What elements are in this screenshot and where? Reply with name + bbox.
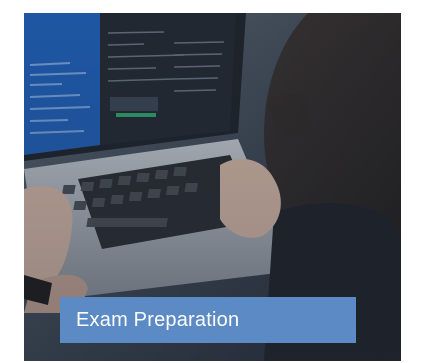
caption-label: Exam Preparation bbox=[76, 308, 240, 331]
course-card[interactable]: Exam Preparation bbox=[24, 13, 401, 361]
caption-banner[interactable]: Exam Preparation bbox=[60, 297, 356, 343]
